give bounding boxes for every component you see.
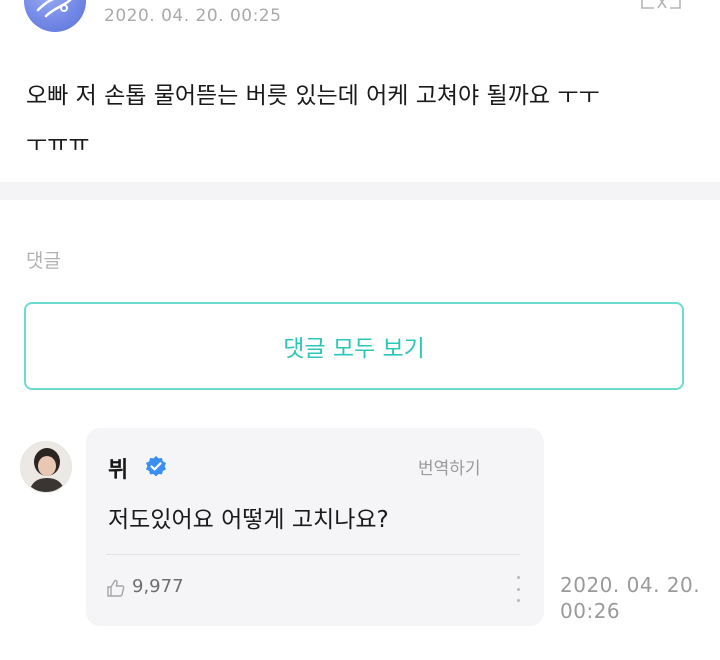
thumbs-up-icon[interactable]	[106, 578, 126, 598]
post-timestamp: 2020. 04. 20. 00:25	[104, 6, 282, 26]
comment-author-avatar[interactable]	[20, 441, 72, 493]
section-divider	[0, 182, 720, 200]
comment-timestamp: 2020. 04. 20. 00:26	[560, 572, 720, 624]
profile-photo-icon	[21, 442, 71, 492]
post-author-avatar[interactable]	[24, 0, 86, 32]
translate-comment-link[interactable]: 번역하기	[418, 454, 481, 479]
comments-section-label: 댓글	[26, 250, 61, 272]
post-body: 오빠 저 손톱 물어뜯는 버릇 있는데 어케 고쳐야 될까요 ㅜㅜ ㅜㅠㅠ	[26, 72, 696, 168]
comment-card: 뷔 번역하기 저도있어요 어떻게 고치나요? 9,977	[86, 428, 544, 626]
more-vertical-icon[interactable]	[512, 576, 524, 602]
view-all-comments-button[interactable]: 댓글 모두 보기	[24, 302, 684, 390]
post-body-line: 오빠 저 손톱 물어뜯는 버릇 있는데 어케 고쳐야 될까요 ㅜㅜ	[26, 83, 600, 109]
user-avatar-icon	[36, 0, 72, 18]
verified-check-icon	[144, 455, 168, 479]
comment-divider	[106, 554, 520, 555]
like-count: 9,977	[132, 576, 184, 597]
comment-text: 저도있어요 어떻게 고치나요?	[108, 507, 389, 533]
comment-timestamp-clock: 00:26	[560, 599, 621, 623]
comment-timestamp-date: 2020. 04. 20.	[560, 573, 701, 597]
post-body-line: ㅜㅠㅠ	[26, 131, 90, 157]
translate-icon[interactable]	[640, 0, 682, 14]
comment-author-name[interactable]: 뷔	[108, 452, 128, 484]
